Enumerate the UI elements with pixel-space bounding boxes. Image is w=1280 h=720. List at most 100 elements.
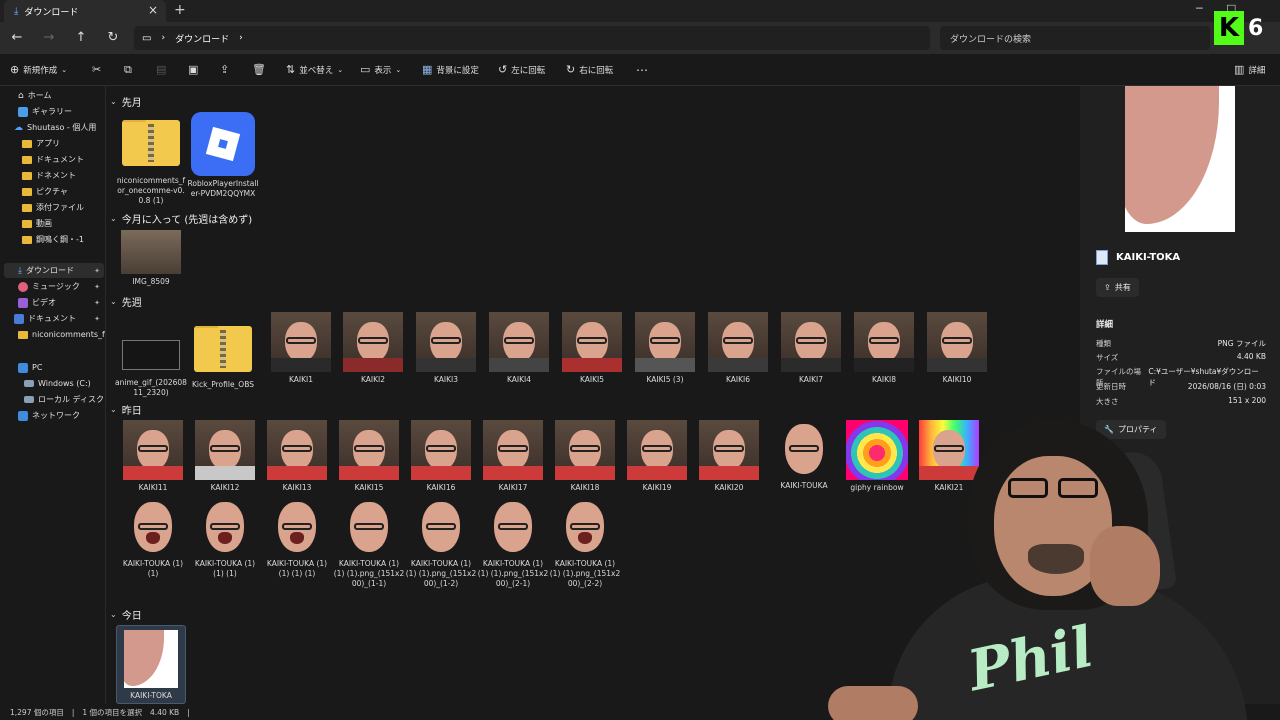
file-item[interactable]: KAIKI2 [337, 312, 409, 385]
file-item[interactable]: KAIKI7 [775, 312, 847, 385]
details-button[interactable]: ▥ 詳細 [1234, 63, 1265, 76]
sidebar-item-donement[interactable]: ドネメント [22, 168, 76, 183]
sort-button[interactable]: ⇅ 並べ替え ⌄ [286, 63, 343, 76]
file-item[interactable]: anime_gif_(20260811_2320) [115, 326, 187, 398]
file-item[interactable]: IMG_8509 [115, 230, 187, 287]
streamer-glasses [1004, 478, 1104, 500]
file-item-selected[interactable]: KAIKI-TOKA [116, 625, 186, 704]
sidebar-item-pictures[interactable]: ピクチャ [22, 184, 68, 199]
file-item[interactable]: KAIKI17 [477, 420, 549, 493]
forward-button[interactable]: → [40, 29, 58, 47]
up-button[interactable]: ↑ [72, 29, 90, 47]
sidebar-item-music[interactable]: ミュージック ✦ [18, 279, 104, 294]
view-icon: ▭ [360, 63, 371, 76]
file-item[interactable]: KAIKI-TOUKA (1) (1) [117, 498, 189, 579]
refresh-button[interactable]: ↻ [104, 29, 122, 47]
sidebar-item-video[interactable]: ビデオ ✦ [18, 295, 104, 310]
share-icon: ⇪ [220, 63, 230, 76]
file-name: KAIKI3 [433, 375, 459, 384]
sidebar-item-folder[interactable]: 鋼鳴く鋼・-1 [22, 232, 84, 247]
cut-button[interactable]: ✂ [92, 63, 101, 76]
image-thumbnail [121, 230, 181, 274]
file-item[interactable]: KAIKI13 [261, 420, 333, 493]
new-tab-button[interactable]: + [174, 2, 186, 18]
share-button[interactable]: ⇪ 共有 [1096, 278, 1139, 297]
new-button[interactable]: ⊕ 新規作成 ⌄ [10, 63, 67, 76]
group-header-last-week[interactable]: ⌄ 先週 [110, 294, 142, 309]
sidebar-item-drive-d[interactable]: ローカル ディスク (D:) [24, 392, 105, 407]
sidebar-item-documents[interactable]: ドキュメント [22, 152, 84, 167]
group-header-today[interactable]: ⌄ 今日 [110, 607, 142, 622]
file-item[interactable]: KAIKI1 [265, 312, 337, 385]
group-header-this-month[interactable]: ⌄ 今月に入って (先週は含めず) [110, 211, 252, 226]
file-item[interactable]: KAIKI11 [117, 420, 189, 493]
group-header-last-month[interactable]: ⌄ 先月 [110, 94, 142, 109]
file-item[interactable]: KAIKI20 [693, 420, 765, 493]
file-item[interactable]: KAIKI4 [483, 312, 555, 385]
file-item[interactable]: KAIKI-TOUKA (1) (1) (1) (1) [261, 498, 333, 579]
sidebar-item-documents-2[interactable]: ドキュメント ✦ [14, 311, 104, 326]
breadcrumb[interactable]: ▭ › ダウンロード › [134, 26, 930, 50]
rotate-left-button[interactable]: ↺ 左に回転 [498, 63, 545, 76]
file-item[interactable]: KAIKI8 [848, 312, 920, 385]
file-item[interactable]: KAIKI16 [405, 420, 477, 493]
sidebar-item-apps[interactable]: アプリ [22, 136, 60, 151]
back-button[interactable]: ← [8, 29, 26, 47]
details-row-dimensions: 大きさ 151 x 200 [1096, 396, 1266, 407]
rename-button[interactable]: ▣ [188, 63, 198, 76]
file-item[interactable]: KAIKI5 [556, 312, 628, 385]
image-thumbnail [126, 498, 180, 556]
tab-downloads[interactable]: ⤓ ダウンロード × [4, 0, 166, 22]
file-item[interactable]: KAIKI-TOUKA (1) (1) (1).png_(151x200)_(2… [477, 498, 549, 589]
image-thumbnail [342, 498, 396, 556]
sidebar-item-downloads[interactable]: ⤓ ダウンロード ✦ [4, 263, 104, 278]
share-button[interactable]: ⇪ [220, 63, 229, 76]
file-item[interactable]: KAIKI-TOUKA (1) (1) (1).png_(151x200)_(1… [405, 498, 477, 589]
file-item[interactable]: KAIKI12 [189, 420, 261, 493]
sidebar-item-network[interactable]: ネットワーク [18, 408, 80, 423]
sidebar-item-label: ローカル ディスク (D:) [38, 395, 105, 404]
file-item[interactable]: KAIKI-TOUKA (1) (1) (1).png_(151x200)_(1… [333, 498, 405, 589]
sidebar-item-drive-c[interactable]: Windows (C:) [24, 376, 91, 391]
rotate-right-button[interactable]: ↻ 右に回転 [566, 63, 613, 76]
image-thumbnail [270, 498, 324, 556]
file-item[interactable]: niconicomments_for_onecomme-v0.0.8 (1) [115, 112, 187, 206]
copy-button[interactable]: ⧉ [124, 63, 132, 77]
more-button[interactable]: … [636, 60, 648, 74]
file-item[interactable]: KAIKI-TOUKA (1) (1) (1).png_(151x200)_(2… [549, 498, 621, 589]
file-item[interactable]: KAIKI18 [549, 420, 621, 493]
file-item[interactable]: KAIKI19 [621, 420, 693, 493]
file-item[interactable]: KAIKI15 [333, 420, 405, 493]
set-background-button[interactable]: ▦ 背景に設定 [422, 63, 479, 76]
details-row-modified: 更新日時 2026/08/16 (日) 0:03 [1096, 381, 1266, 392]
file-name: KAIKI4 [506, 375, 532, 384]
sidebar-item-gallery[interactable]: ギャラリー [18, 104, 72, 119]
file-item[interactable]: KAIKI-TOUKA (1) (1) (1) [189, 498, 261, 579]
sidebar-item-pc[interactable]: PC [18, 360, 42, 375]
image-thumbnail [627, 420, 687, 480]
sidebar-item-home[interactable]: ⌂ ホーム [18, 88, 51, 103]
file-item[interactable]: KAIKI5 (3) [629, 312, 701, 385]
close-tab-icon[interactable]: × [148, 3, 158, 17]
view-button[interactable]: ▭ 表示 ⌄ [360, 63, 401, 76]
file-name: KAIKI20 [714, 483, 744, 492]
breadcrumb-downloads[interactable]: ダウンロード [175, 32, 229, 45]
search-input[interactable]: ダウンロードの検索 [940, 26, 1210, 50]
sidebar-item-niconicomments[interactable]: niconicomments_for [18, 327, 105, 342]
sidebar-item-attachments[interactable]: 添付ファイル [22, 200, 84, 215]
minimize-button[interactable]: ─ [1196, 2, 1203, 15]
delete-button[interactable]: 🗑 [252, 63, 266, 76]
streamer-arm [828, 686, 918, 720]
sidebar-item-videos[interactable]: 動画 [22, 216, 52, 231]
file-item[interactable]: KAIKI3 [410, 312, 482, 385]
file-name: KAIKI-TOUKA (1) (1) (1) [194, 559, 256, 578]
sidebar-item-label: ドキュメント [28, 314, 76, 323]
file-item[interactable]: KAIKI10 [921, 312, 993, 385]
file-item[interactable]: KAIKI6 [702, 312, 774, 385]
monitor-icon: ▭ [142, 32, 152, 44]
file-item[interactable]: Kick_Profile_OBS [187, 318, 259, 390]
file-item[interactable]: RobloxPlayerInstaller-PVDM2QQYMX [187, 112, 259, 199]
sidebar-item-onedrive[interactable]: ☁ Shuutaso - 個人用 [14, 120, 96, 135]
paste-button[interactable]: ▤ [156, 63, 166, 76]
group-header-yesterday[interactable]: ⌄ 昨日 [110, 402, 142, 417]
